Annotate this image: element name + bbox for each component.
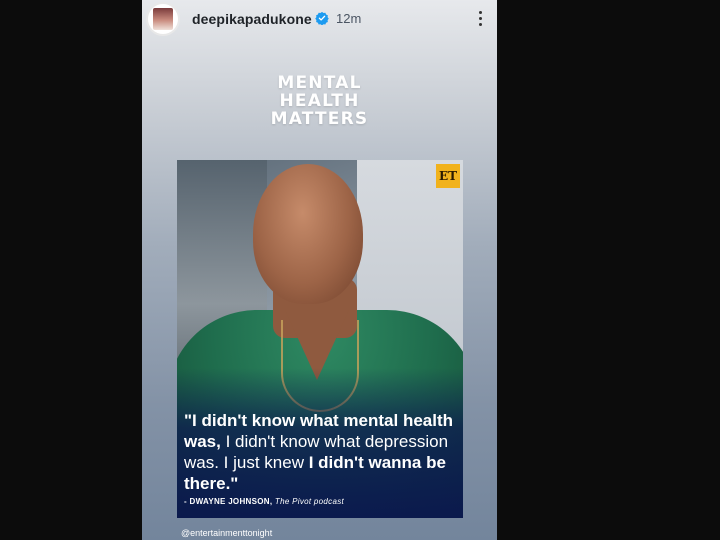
username[interactable]: deepikapadukone <box>192 11 312 27</box>
attribution-source: The Pivot podcast <box>272 497 345 506</box>
verified-badge-icon <box>315 11 329 25</box>
quote-text: "I didn't know what mental health was, I… <box>184 410 458 494</box>
headline-line-1: MENTAL <box>277 73 362 93</box>
shared-post-image[interactable]: ET "I didn't know what mental health was… <box>177 160 463 518</box>
story-header: deepikapadukone 12m <box>142 0 497 38</box>
story-viewer[interactable]: deepikapadukone 12m MENTAL HEALTH MATTER… <box>142 0 497 540</box>
attribution-name: - DWAYNE JOHNSON, <box>184 497 273 506</box>
et-logo: ET <box>436 164 460 188</box>
more-vertical-icon[interactable] <box>472 8 488 30</box>
headline-line-2: HEALTH <box>279 91 360 111</box>
headline: MENTAL HEALTH MATTERS <box>142 74 497 128</box>
headline-line-3: MATTERS <box>270 109 369 129</box>
post-time: 12m <box>336 11 362 26</box>
avatar[interactable] <box>148 4 178 34</box>
mention-tag[interactable]: @entertainmenttonight <box>181 528 272 538</box>
quote-attribution: - DWAYNE JOHNSON, The Pivot podcast <box>184 497 344 506</box>
